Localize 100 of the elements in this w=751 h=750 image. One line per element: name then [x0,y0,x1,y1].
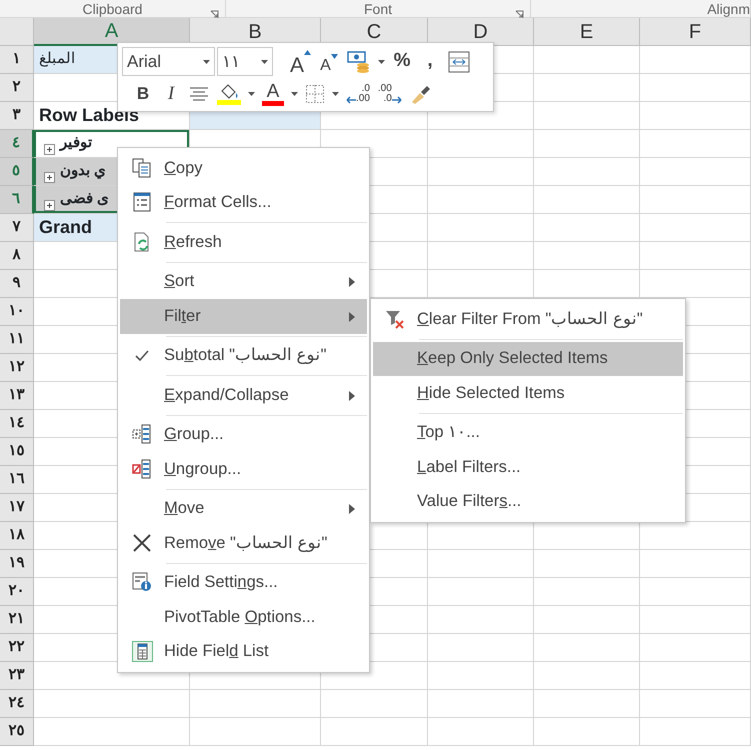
row-header[interactable]: ٦ [0,186,34,214]
grid-cell[interactable] [428,606,534,634]
row-header[interactable]: ٩ [0,270,34,298]
row-header[interactable]: ١٢ [0,354,34,382]
grid-cell[interactable] [428,718,534,746]
menu-item[interactable]: Field Settings... [120,566,367,600]
menu-item[interactable]: Value Filters... [373,484,683,519]
increase-decimal-button[interactable]: .0 .00 [343,80,373,108]
select-all-corner[interactable] [0,18,34,46]
row-header[interactable]: ١٨ [0,522,34,550]
grid-cell[interactable] [321,690,428,718]
row-header[interactable]: ١٥ [0,438,34,466]
percent-style-button[interactable]: % [389,48,416,76]
expand-icon[interactable] [44,200,55,212]
menu-item[interactable]: Ungroup... [120,452,367,486]
row-header[interactable]: ٢٠ [0,578,34,606]
grid-cell[interactable] [190,718,321,746]
grid-cell[interactable] [534,242,640,270]
column-header[interactable]: E [534,18,640,46]
menu-item[interactable]: PivotTable Options... [120,600,367,634]
menu-item[interactable]: Keep Only Selected Items [373,342,683,376]
grid-cell[interactable] [534,718,640,746]
expand-icon[interactable] [44,144,55,156]
menu-item[interactable]: Expand/Collapse [120,378,367,412]
grid-cell[interactable]: توفير [34,130,190,158]
grid-cell[interactable] [534,74,640,102]
row-header[interactable]: ٢٢ [0,634,34,662]
row-header[interactable]: ٢٤ [0,690,34,718]
row-header[interactable]: ٧ [0,214,34,242]
decrease-decimal-button[interactable]: .00 .0 [374,80,405,108]
grid-cell[interactable] [428,214,534,242]
menu-item[interactable]: Sort [120,264,367,299]
grid-cell[interactable] [640,690,751,718]
menu-item[interactable]: Label Filters... [373,450,683,484]
grid-cell[interactable] [534,102,640,130]
grid-cell[interactable] [640,130,751,158]
column-header[interactable]: A [34,18,190,46]
grid-cell[interactable] [428,550,534,578]
column-header[interactable]: D [428,18,534,46]
grid-cell[interactable] [534,130,640,158]
grid-cell[interactable] [534,690,640,718]
row-header[interactable]: ١٩ [0,550,34,578]
grid-cell[interactable] [640,158,751,186]
grid-cell[interactable] [428,578,534,606]
grid-cell[interactable] [640,186,751,214]
row-header[interactable]: ٤ [0,130,34,158]
comma-style-button[interactable]: , [417,48,444,76]
row-header[interactable]: ١ [0,46,34,74]
grid-cell[interactable] [34,718,190,746]
grid-cell[interactable] [428,158,534,186]
grid-cell[interactable] [428,634,534,662]
menu-item[interactable]: Move [120,492,367,526]
row-header[interactable]: ١٦ [0,466,34,494]
menu-item[interactable]: Hide Field List [120,634,367,669]
grid-cell[interactable] [428,662,534,690]
row-header[interactable]: ٢٣ [0,662,34,690]
grid-cell[interactable] [428,130,534,158]
grid-cell[interactable] [640,550,751,578]
grid-cell[interactable] [534,578,640,606]
grid-cell[interactable] [640,74,751,102]
grid-cell[interactable] [534,606,640,634]
row-header[interactable]: ١٠ [0,298,34,326]
grid-cell[interactable] [640,578,751,606]
font-name-field[interactable]: Arial [122,47,215,76]
expand-icon[interactable] [44,172,55,184]
row-header[interactable]: ٢١ [0,606,34,634]
column-header[interactable]: F [640,18,751,46]
dialog-launcher-icon[interactable] [210,10,219,19]
grid-cell[interactable] [640,662,751,690]
grid-cell[interactable] [534,662,640,690]
row-header[interactable]: ١٣ [0,382,34,410]
grid-cell[interactable] [640,634,751,662]
menu-item[interactable]: Group... [120,418,367,452]
shrink-font-button[interactable]: A [316,48,342,76]
grid-cell[interactable] [534,214,640,242]
grid-cell[interactable] [190,690,321,718]
menu-item[interactable]: Hide Selected Items [373,376,683,410]
row-header[interactable]: ٢٥ [0,718,34,746]
grid-cell[interactable] [640,102,751,130]
row-header[interactable]: ١١ [0,326,34,354]
font-color-button[interactable]: A [259,80,287,108]
grid-cell[interactable] [428,690,534,718]
menu-item[interactable]: Filter [120,299,367,334]
grid-cell[interactable] [640,46,751,74]
grid-cell[interactable] [34,690,190,718]
grid-cell[interactable] [534,46,640,74]
grid-cell[interactable] [534,550,640,578]
row-header[interactable]: ١٤ [0,410,34,438]
row-header[interactable]: ٨ [0,242,34,270]
grid-cell[interactable] [640,242,751,270]
grid-cell[interactable] [640,214,751,242]
grow-font-button[interactable]: A [287,48,314,76]
grid-cell[interactable] [640,718,751,746]
row-header[interactable]: ٣ [0,102,34,130]
row-header[interactable]: ١٧ [0,494,34,522]
grid-cell[interactable] [428,242,534,270]
row-header[interactable]: ٥ [0,158,34,186]
grid-cell[interactable] [534,186,640,214]
grid-cell[interactable] [321,718,428,746]
grid-cell[interactable] [534,158,640,186]
